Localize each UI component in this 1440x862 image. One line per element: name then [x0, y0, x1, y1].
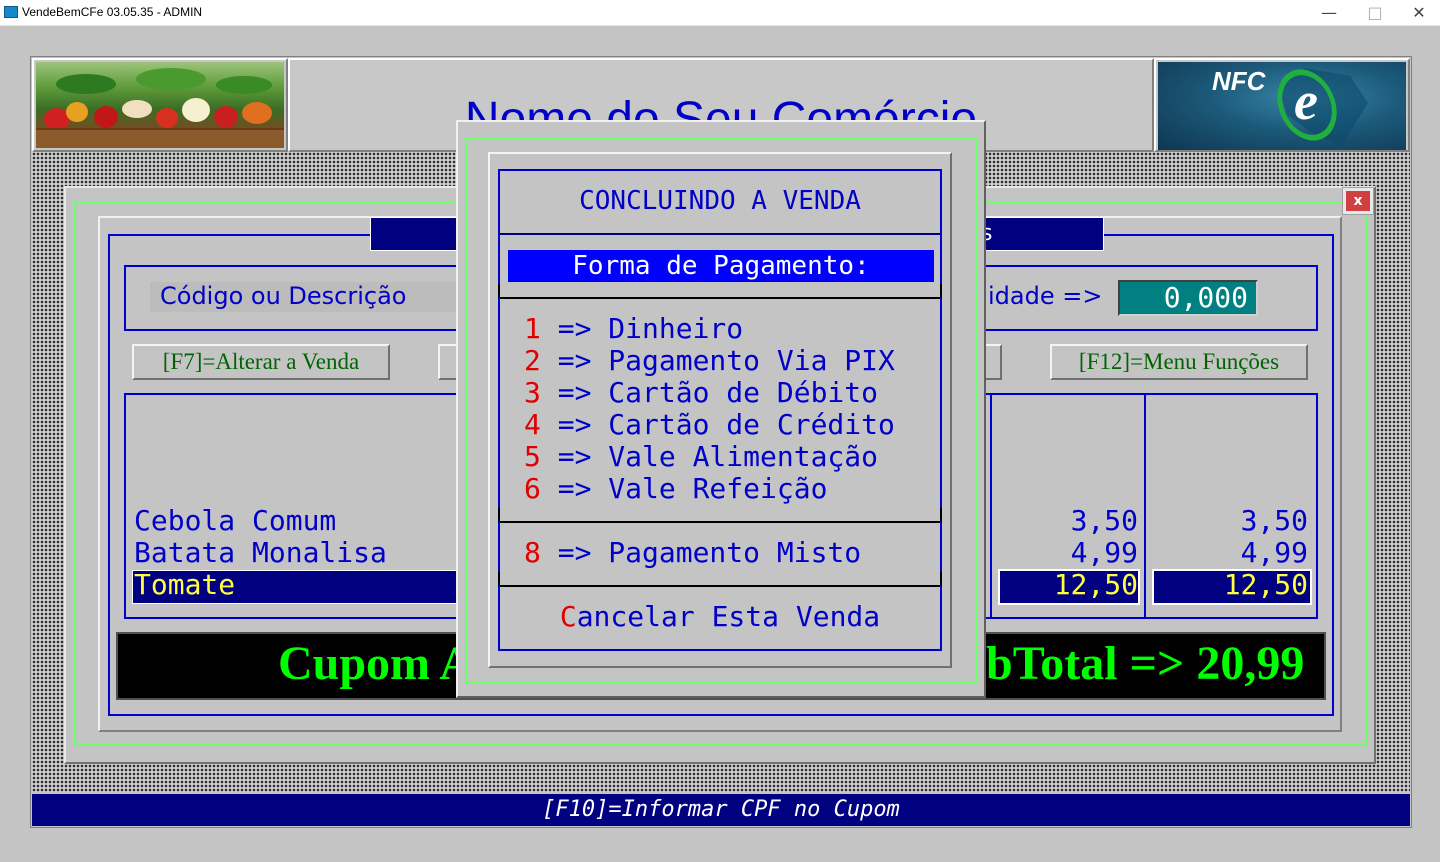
dialog-divider	[500, 297, 940, 299]
option-label: => Pagamento Via PIX	[540, 344, 895, 377]
option-label: => Cartão de Débito	[540, 376, 879, 409]
payment-method-header: Forma de Pagamento:	[508, 250, 934, 282]
list-item-unit-price: 4,99	[1070, 536, 1138, 569]
cancel-label: ancelar Esta Venda	[576, 600, 881, 633]
list-item-total-selected: 12,50	[1223, 568, 1308, 601]
column-divider	[1144, 393, 1146, 619]
list-item-name-selected[interactable]: Tomate	[134, 568, 235, 601]
divider-edge	[940, 284, 942, 298]
dialog-divider	[500, 233, 940, 235]
payment-option-pix[interactable]: 2 => Pagamento Via PIX	[524, 344, 895, 377]
nfce-logo: NFC e	[1158, 62, 1406, 150]
option-number: 5	[524, 440, 541, 473]
f10-cpf-hint[interactable]: [F10]=Informar CPF no Cupom	[32, 794, 1410, 826]
payment-option-mixed[interactable]: 8 => Pagamento Misto	[524, 536, 861, 569]
dialog-divider	[500, 521, 940, 523]
payment-option-credit[interactable]: 4 => Cartão de Crédito	[524, 408, 895, 441]
option-label: => Dinheiro	[540, 312, 744, 345]
list-item-name[interactable]: Batata Monalisa	[134, 536, 387, 569]
option-label: => Vale Refeição	[540, 472, 828, 505]
subtotal-value: bTotal => 20,99	[986, 637, 1305, 690]
option-number: 8	[524, 536, 541, 569]
sale-close-button[interactable]: x	[1342, 187, 1374, 215]
close-icon: x	[1346, 191, 1370, 211]
option-label: => Cartão de Crédito	[540, 408, 895, 441]
divider-edge	[940, 508, 942, 522]
list-item-unit-price-selected: 12,50	[1053, 568, 1138, 601]
divider-edge	[498, 508, 500, 522]
payment-option-meal-voucher[interactable]: 6 => Vale Refeição	[524, 472, 827, 505]
divider-edge	[498, 284, 500, 298]
cancel-hotkey: C	[559, 600, 577, 633]
column-divider	[990, 393, 992, 619]
option-number: 3	[524, 376, 541, 409]
payment-option-food-voucher[interactable]: 5 => Vale Alimentação	[524, 440, 878, 473]
option-number: 6	[524, 472, 541, 505]
sale-header-bar-right: s	[980, 217, 1104, 251]
nfce-logo-e: e	[1294, 71, 1318, 131]
code-label: Código ou Descrição	[160, 282, 407, 310]
option-label: => Pagamento Misto	[540, 536, 862, 569]
vegetables-photo	[36, 62, 284, 148]
list-item-unit-price: 3,50	[1070, 504, 1138, 537]
option-number: 2	[524, 344, 541, 377]
coupon-label: Cupom A	[278, 637, 475, 690]
f7-alter-sale-button[interactable]: [F7]=Alterar a Venda	[132, 344, 390, 380]
list-item-total: 4,99	[1240, 536, 1308, 569]
close-icon[interactable]: ✕	[1396, 0, 1440, 26]
app-icon	[4, 6, 18, 18]
dialog-divider	[500, 585, 940, 587]
payment-option-cash[interactable]: 1 => Dinheiro	[524, 312, 743, 345]
function-button-hidden[interactable]	[438, 344, 458, 380]
option-number: 4	[524, 408, 541, 441]
quantity-label: idade =>	[988, 282, 1103, 310]
f12-functions-menu-button[interactable]: [F12]=Menu Funções	[1050, 344, 1308, 380]
window-title-bar	[0, 0, 1440, 26]
minimize-icon[interactable]: —	[1306, 0, 1352, 26]
dialog-title: CONCLUINDO A VENDA	[579, 186, 861, 216]
list-item-total: 3,50	[1240, 504, 1308, 537]
option-number: 1	[524, 312, 541, 345]
quantity-input[interactable]: 0,000	[1118, 280, 1258, 316]
list-item-name[interactable]: Cebola Comum	[134, 504, 336, 537]
cancel-sale-option[interactable]: Cancelar Esta Venda	[500, 600, 940, 633]
nfce-logo-text: NFC	[1212, 66, 1266, 96]
payment-option-debit[interactable]: 3 => Cartão de Débito	[524, 376, 878, 409]
function-button-hidden-right[interactable]	[984, 344, 1002, 380]
divider-edge	[940, 572, 942, 586]
option-label: => Vale Alimentação	[540, 440, 879, 473]
divider-edge	[498, 572, 500, 586]
window-title: VendeBemCFe 03.05.35 - ADMIN	[22, 5, 203, 19]
maximize-icon[interactable]: □	[1352, 0, 1398, 26]
